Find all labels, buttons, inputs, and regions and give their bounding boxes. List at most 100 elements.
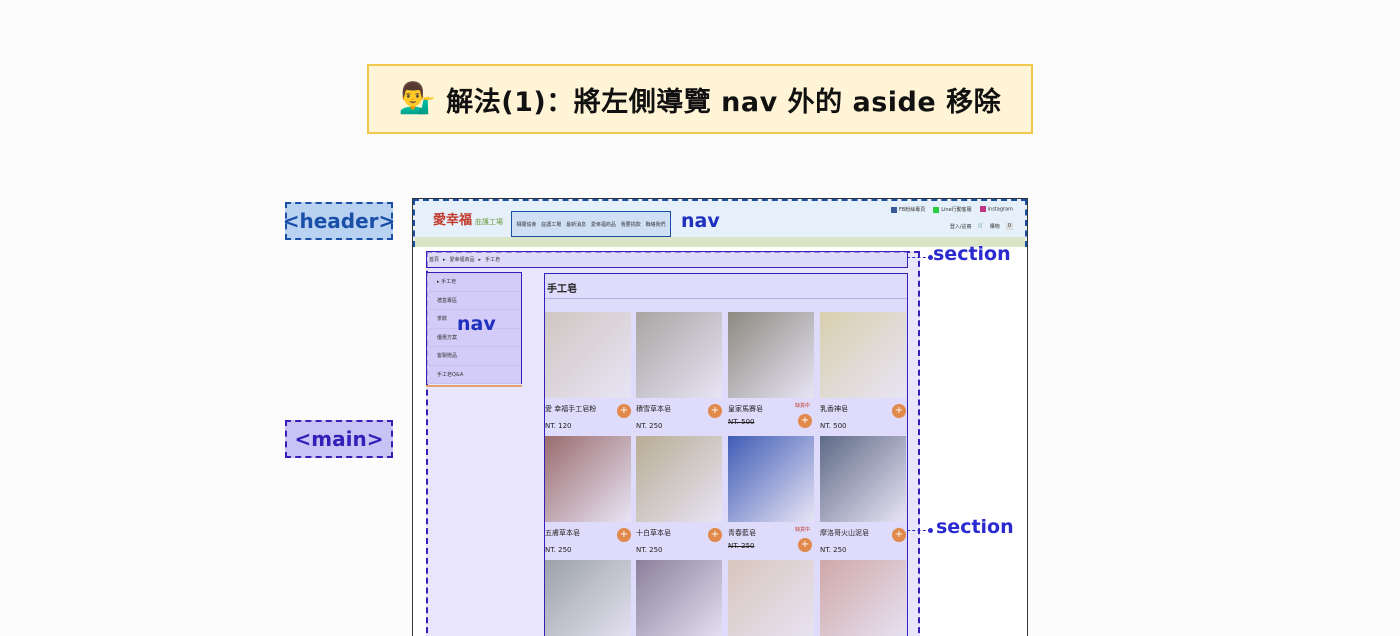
social-label: Line行動客服: [941, 207, 972, 213]
product-name[interactable]: 乳香神皂: [820, 404, 848, 414]
breadcrumb-item: ▸: [478, 256, 482, 263]
product-name[interactable]: 積雪草本皂: [636, 404, 671, 414]
social-link[interactable]: Line行動客服: [933, 206, 972, 213]
out-of-stock-badge: 缺貨中: [794, 527, 810, 533]
product-price: NT. 250: [545, 546, 572, 554]
social-icon: [890, 206, 897, 213]
topnav-item[interactable]: 愛幸福商品: [591, 221, 616, 228]
add-to-cart-button[interactable]: +: [798, 538, 812, 552]
product-price: NT. 250: [820, 546, 847, 554]
breadcrumb: 首頁 ▸ 愛幸福商品 ▸ 手工皂: [426, 251, 908, 268]
product-name[interactable]: 青春藍皂: [728, 528, 756, 538]
product-card[interactable]: 五膚草本皂 NT. 250 +: [545, 436, 631, 554]
topnav-item[interactable]: 聯絡我們: [646, 221, 666, 228]
top-nav: 相關協會 庇護工場 最新消息 愛幸福商品 我要捐款 聯絡我們: [511, 211, 671, 237]
product-card[interactable]: 愛 幸福手工皂粉 NT. 120 +: [545, 312, 631, 430]
section-title: 手工皂: [547, 284, 577, 295]
add-to-cart-button[interactable]: +: [892, 528, 906, 542]
social-label: FB粉絲專頁: [898, 207, 926, 213]
product-card[interactable]: 青春藍皂 NT. 250 缺貨中 +: [728, 436, 814, 552]
product-card[interactable]: 十白草本皂 NT. 250 +: [636, 436, 722, 554]
add-to-cart-button[interactable]: +: [708, 404, 722, 418]
aside-remnant: [426, 385, 522, 387]
product-image[interactable]: [728, 436, 814, 522]
account-links: 登入/註冊 🛒 購物 0: [950, 223, 1013, 230]
side-nav-item[interactable]: 禮盒專區: [427, 292, 521, 310]
nav-side-annotation: nav: [457, 313, 496, 335]
cart-icon[interactable]: 🛒: [978, 223, 984, 230]
person-tipping-hand-icon: 💁‍♂️: [398, 81, 437, 116]
product-price: NT. 500: [820, 422, 847, 430]
product-image[interactable]: [545, 560, 631, 636]
social-icon: [933, 206, 940, 213]
product-image[interactable]: [545, 436, 631, 522]
section-mid-annotation: section: [936, 516, 1014, 538]
header-tag-label: <header>: [283, 202, 395, 240]
product-price: NT. 250: [636, 546, 663, 554]
title-banner: 💁‍♂️ 解法(1)：將左側導覽 nav 外的 aside 移除: [367, 64, 1033, 134]
product-name[interactable]: 十白草本皂: [636, 528, 671, 538]
site-logo[interactable]: 愛幸福 庇護工場: [433, 209, 503, 228]
topnav-item[interactable]: 最新消息: [566, 221, 586, 228]
product-card[interactable]: 積雪草本皂 NT. 250 +: [636, 312, 722, 430]
product-card[interactable]: [545, 560, 631, 636]
product-card[interactable]: 皇家馬賽皂 NT. 500 缺貨中 +: [728, 312, 814, 428]
product-name[interactable]: 皇家馬賽皂: [728, 404, 763, 414]
section-divider: [545, 298, 907, 299]
topnav-item[interactable]: 相關協會: [516, 221, 536, 228]
product-image[interactable]: [636, 560, 722, 636]
product-image[interactable]: [636, 312, 722, 398]
product-name[interactable]: 愛 幸福手工皂粉: [545, 404, 596, 414]
cart-link[interactable]: 購物: [990, 223, 1000, 230]
section-top-annotation: section: [933, 243, 1011, 265]
product-card[interactable]: 摩洛哥火山泥皂 NT. 250 +: [820, 436, 906, 554]
product-image[interactable]: [820, 560, 906, 636]
social-label: instagram: [987, 206, 1013, 213]
product-price: NT. 500: [728, 418, 755, 426]
out-of-stock-badge: 缺貨中: [794, 403, 810, 409]
social-link[interactable]: instagram: [979, 206, 1013, 213]
product-image[interactable]: [728, 560, 814, 636]
add-to-cart-button[interactable]: +: [892, 404, 906, 418]
login-link[interactable]: 登入/註冊: [950, 223, 972, 230]
product-card[interactable]: [728, 560, 814, 636]
topnav-item[interactable]: 庇護工場: [541, 221, 561, 228]
breadcrumb-item[interactable]: 愛幸福商品: [450, 256, 475, 263]
side-nav-item[interactable]: ▸ 手工皂: [427, 273, 521, 292]
breadcrumb-item: ▸: [443, 256, 446, 263]
add-to-cart-button[interactable]: +: [617, 404, 631, 418]
social-icon: [979, 206, 986, 212]
product-image[interactable]: [820, 312, 906, 398]
slide-title: 解法(1)：將左側導覽 nav 外的 aside 移除: [446, 86, 1002, 118]
add-to-cart-button[interactable]: +: [798, 414, 812, 428]
product-image[interactable]: [728, 312, 814, 398]
product-price: NT. 250: [728, 542, 755, 550]
product-price: NT. 120: [545, 422, 572, 430]
side-nav-item[interactable]: 客製贈品: [427, 347, 521, 366]
topnav-item[interactable]: 我要捐款: [621, 221, 641, 228]
product-name[interactable]: 摩洛哥火山泥皂: [820, 528, 869, 538]
social-links: FB粉絲專頁 Line行動客服 instagram: [890, 206, 1013, 213]
product-card[interactable]: 乳香神皂 NT. 500 +: [820, 312, 906, 430]
product-card[interactable]: [636, 560, 722, 636]
add-to-cart-button[interactable]: +: [708, 528, 722, 542]
product-section: 手工皂 愛 幸福手工皂粉 NT. 120 + 積雪草本皂 NT. 250 + 皇家馬賽皂 NT…: [544, 273, 908, 636]
add-to-cart-button[interactable]: +: [617, 528, 631, 542]
product-card[interactable]: [820, 560, 906, 636]
site-header: 愛幸福 庇護工場 相關協會 庇護工場 最新消息 愛幸福商品 我要捐款 聯絡我們 nav FB…: [413, 199, 1027, 247]
product-image[interactable]: [636, 436, 722, 522]
logo-subtext: 庇護工場: [475, 218, 504, 226]
product-price: NT. 250: [636, 422, 663, 430]
breadcrumb-item[interactable]: 首頁: [429, 256, 439, 263]
social-link[interactable]: FB粉絲專頁: [890, 206, 926, 213]
slide: 💁‍♂️ 解法(1)：將左側導覽 nav 外的 aside 移除 <header…: [0, 0, 1400, 636]
product-name[interactable]: 五膚草本皂: [545, 528, 580, 538]
breadcrumb-item[interactable]: 手工皂: [485, 256, 500, 263]
product-image[interactable]: [820, 436, 906, 522]
logo-text: 愛幸福: [433, 213, 473, 228]
product-image[interactable]: [545, 312, 631, 398]
section-mid-dot: [928, 528, 933, 533]
side-nav-item[interactable]: 手工皂Q&A: [427, 366, 521, 384]
main-tag-label: <main>: [285, 420, 393, 458]
nav-top-annotation: nav: [681, 210, 720, 232]
